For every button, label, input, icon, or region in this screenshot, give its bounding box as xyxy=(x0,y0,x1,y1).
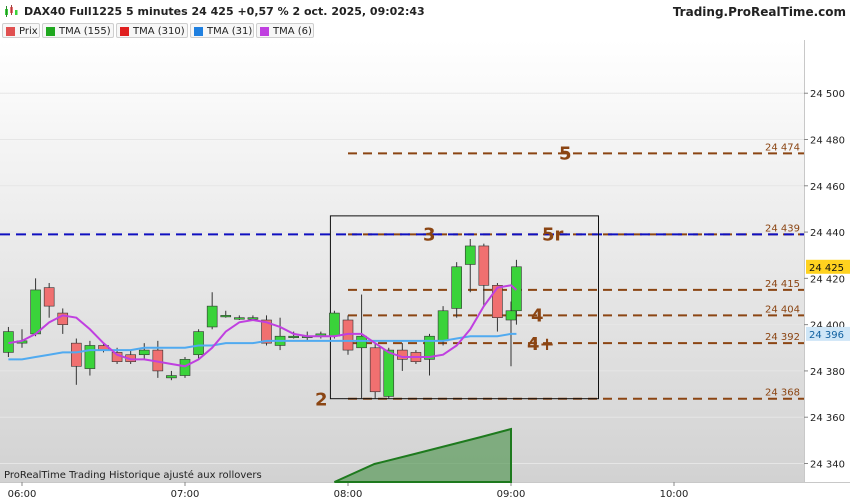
level-label: 24 415 xyxy=(765,279,800,290)
y-tick-label: 24 440 xyxy=(810,228,845,239)
last-price-tag: 24 425 xyxy=(809,263,844,274)
price-chart: 24 34024 36024 38024 40024 42024 44024 4… xyxy=(0,89,850,500)
candles xyxy=(3,239,522,399)
annotation-5: 5 xyxy=(559,143,572,164)
candle-bull xyxy=(464,245,476,265)
y-tick-label: 24 340 xyxy=(810,459,845,470)
candle-bear xyxy=(492,284,503,318)
candle-bear xyxy=(71,342,82,367)
tma31-price-tag: 24 396 xyxy=(809,330,844,341)
annotation-3: 3 xyxy=(423,224,436,245)
candle-bull xyxy=(288,335,299,339)
candle-bull xyxy=(356,335,367,349)
candle-bull xyxy=(437,310,449,342)
candle-bull xyxy=(179,359,191,376)
chart-window: DAX40 Full1225 5 minutes 24 425 +0,57 % … xyxy=(0,0,850,501)
candle-bull xyxy=(193,331,204,356)
level-label: 24 474 xyxy=(765,142,800,153)
x-tick-label: 08:00 xyxy=(334,489,363,500)
candle-bull xyxy=(329,312,340,337)
y-tick-label: 24 480 xyxy=(810,136,845,147)
y-tick-label: 24 360 xyxy=(810,413,845,424)
x-tick-label: 09:00 xyxy=(497,489,526,500)
annotation-4plus: 4+ xyxy=(527,334,555,355)
y-tick-label: 24 460 xyxy=(810,182,845,193)
y-tick-label: 24 420 xyxy=(810,274,845,285)
candle-bull xyxy=(383,349,395,397)
x-tick-label: 10:00 xyxy=(660,489,689,500)
candle-bear xyxy=(43,287,55,307)
annotation-2: 2 xyxy=(315,390,328,411)
candle-bear xyxy=(369,347,381,393)
y-tick-label: 24 380 xyxy=(810,367,845,378)
volume-area xyxy=(334,427,512,483)
annotation-4: 4 xyxy=(531,305,544,326)
level-label: 24 368 xyxy=(765,388,800,399)
candle-bull xyxy=(505,310,517,321)
x-tick-label: 07:00 xyxy=(171,489,200,500)
level-label: 24 439 xyxy=(765,223,800,234)
annotation-5r: 5r xyxy=(542,224,564,245)
level-label: 24 404 xyxy=(765,304,800,315)
footer-note: ProRealTime Trading Historique ajusté au… xyxy=(4,470,262,481)
candle-bull xyxy=(166,375,177,379)
candle-bull xyxy=(220,315,232,318)
candle-bull xyxy=(234,317,245,320)
candle-bull xyxy=(30,289,41,335)
x-tick-label: 06:00 xyxy=(8,489,37,500)
candle-bull xyxy=(84,345,96,369)
candle-bear xyxy=(478,245,490,286)
candle-bull xyxy=(451,266,462,309)
candle-bull xyxy=(206,305,218,328)
level-label: 24 392 xyxy=(765,332,800,343)
y-tick-label: 24 500 xyxy=(810,89,845,100)
candle-bull xyxy=(138,349,150,356)
candle-bull xyxy=(247,317,259,320)
